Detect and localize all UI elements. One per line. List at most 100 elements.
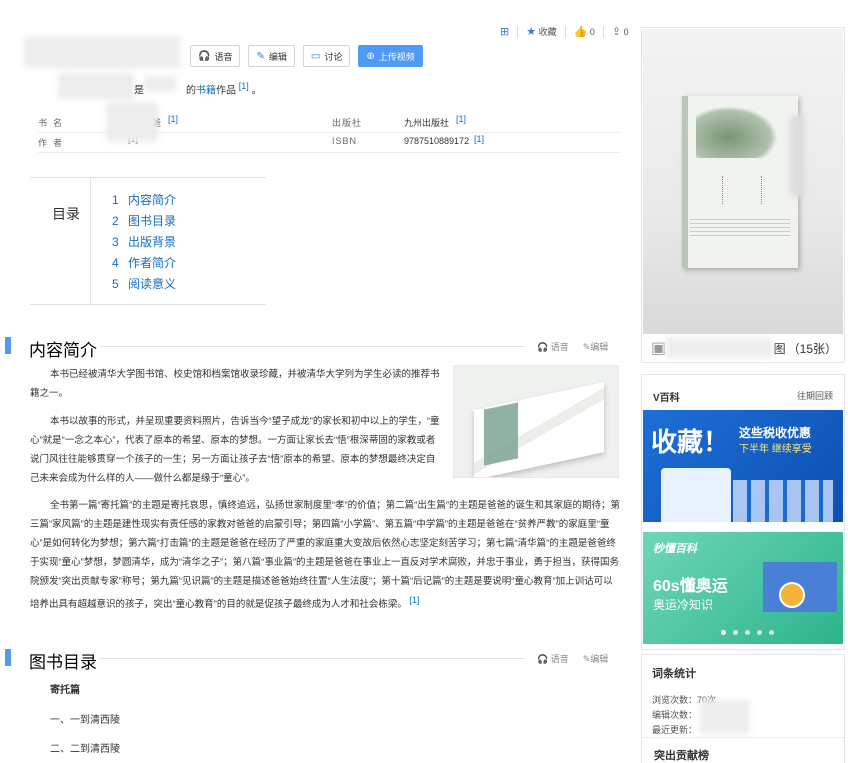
paragraph: 全书第一篇“寄托篇”的主题是寄托哀思，慎终追远，弘扬世家制度里“孝”的价值；第二… — [30, 496, 622, 614]
building-illustration — [733, 480, 833, 522]
toc-item[interactable]: 3 出版背景 — [112, 233, 176, 254]
toc-item-label: 图书目录 — [128, 214, 177, 228]
citation[interactable]: [1] — [239, 81, 249, 91]
collect-button[interactable]: ★ 收藏 — [526, 25, 556, 38]
redacted-text — [666, 338, 772, 358]
infobox-key: 书名 — [38, 118, 69, 128]
thumbs-up-icon: 👍 — [573, 26, 588, 38]
headphones-icon: 🎧 — [198, 50, 211, 62]
album-label: 图 （15张） — [666, 338, 837, 358]
infobox-value: 九州出版社 — [404, 118, 450, 128]
upload-video-label: 上传视频 — [378, 51, 415, 62]
edit-label: 编辑 — [590, 342, 609, 352]
stats-label: 最近更新： — [652, 725, 698, 735]
citation[interactable]: [1] — [409, 595, 419, 605]
entry-title — [24, 36, 180, 68]
toc-divider — [90, 178, 91, 304]
carousel-dot[interactable] — [769, 630, 774, 635]
landscape-art — [696, 106, 778, 158]
edit-label: 编辑 — [268, 51, 287, 62]
discuss-label: 讨论 — [324, 51, 343, 62]
share-button[interactable]: ⇪ 0 — [612, 25, 629, 38]
section-divider — [100, 658, 525, 659]
book-cover-edge — [484, 402, 518, 466]
citation[interactable]: [1] — [474, 134, 484, 144]
toc-item[interactable]: 5 阅读意义 — [112, 275, 176, 296]
like-count: 0 — [589, 27, 595, 37]
toc-item-number: 5 — [112, 277, 119, 291]
carousel-dot[interactable] — [733, 630, 738, 635]
star-icon: ★ — [526, 26, 537, 38]
intro-text: 是 — [134, 85, 144, 97]
banner-headline: 收藏！ — [651, 427, 730, 457]
divider — [517, 25, 519, 38]
carousel-dot[interactable] — [745, 630, 750, 635]
voice-label: 语音 — [550, 654, 569, 664]
section-title: 图书目录 — [29, 653, 97, 672]
toc-item[interactable]: 1 内容简介 — [112, 191, 176, 212]
section-edit-button[interactable]: ✎编辑 — [583, 340, 609, 353]
edit-button[interactable]: ✎ 编辑 — [248, 45, 295, 67]
like-button[interactable]: 👍 0 — [574, 25, 595, 38]
voice-button[interactable]: 🎧 语音 — [190, 45, 241, 67]
contributors-title: 突出贡献榜 — [654, 750, 709, 762]
intro-summary: 是 的书籍作品 [1] 。 — [134, 81, 262, 96]
share-icon: ⇪ — [611, 26, 622, 38]
stats-label: 浏览次数： — [652, 695, 698, 705]
album-bar[interactable]: ▣ 图 （15张） — [643, 334, 843, 362]
open-book-image[interactable] — [453, 365, 619, 478]
upload-video-button[interactable]: ⊕ 上传视频 — [358, 45, 423, 67]
intro-text: 作品 — [216, 85, 236, 97]
cover-text-lines — [690, 219, 790, 239]
infobox-key: 出版社 — [332, 118, 363, 128]
banner-text: 下半年 继续享受 — [739, 444, 812, 455]
redacted-text — [58, 73, 134, 99]
carousel-dot[interactable] — [721, 630, 726, 635]
infobox-key: 作者 — [38, 138, 69, 148]
banner-text: 奥运冷知识 — [653, 598, 714, 612]
section-voice-button[interactable]: 🎧 语音 — [537, 652, 569, 665]
banner-brand: 秒懂百科 — [653, 543, 697, 555]
toc-item-number: 3 — [112, 235, 119, 249]
carousel-dots[interactable] — [721, 630, 774, 635]
plus-circle-icon: ⊕ — [366, 50, 375, 62]
vbaike-past-link[interactable]: 往期回顾 — [797, 389, 833, 404]
divider — [564, 25, 566, 38]
intro-link[interactable]: 书籍 — [196, 85, 216, 96]
promo-banner-olympics[interactable]: 秒懂百科 60s懂奥运 奥运冷知识 — [643, 532, 843, 644]
section-edit-button[interactable]: ✎编辑 — [583, 652, 609, 665]
carousel-dot[interactable] — [757, 630, 762, 635]
edit-toolbar: 🎧 语音 ✎ 编辑 ▭ 讨论 ⊕ 上传视频 — [190, 45, 423, 67]
album-suffix: 图 — [773, 341, 786, 356]
add-icon[interactable]: ⊞ — [500, 25, 509, 38]
section-divider — [100, 346, 525, 347]
collect-label: 收藏 — [538, 27, 557, 37]
discuss-button[interactable]: ▭ 讨论 — [302, 45, 351, 67]
calculator-illustration — [661, 468, 731, 522]
promo-banner-tax[interactable]: 收藏！ 这些税收优惠 下半年 继续享受 — [643, 410, 843, 522]
banner-headline: 60s懂奥运 — [653, 578, 728, 595]
redacted-text — [106, 102, 158, 142]
section-tools: 🎧 语音 ✎编辑 — [537, 652, 608, 665]
redacted-text — [700, 700, 750, 734]
toc-item-label: 内容简介 — [128, 193, 177, 207]
headphones-icon: 🎧 — [537, 342, 549, 352]
divider — [642, 737, 844, 738]
citation[interactable]: [1] — [456, 114, 466, 124]
intro-text: 。 — [251, 85, 262, 97]
section-voice-button[interactable]: 🎧 语音 — [537, 340, 569, 353]
toc-item-label: 阅读意义 — [128, 277, 177, 291]
headphones-icon: 🎧 — [537, 654, 549, 664]
toc-item-label: 作者简介 — [128, 256, 177, 270]
voice-label: 语音 — [214, 51, 233, 62]
toc-item[interactable]: 2 图书目录 — [112, 212, 176, 233]
section-marker — [5, 337, 11, 354]
toc-item[interactable]: 4 作者简介 — [112, 254, 176, 275]
toc-item-number: 1 — [112, 193, 119, 207]
stats-label: 编辑次数： — [652, 710, 698, 720]
toc-title: 目录 — [52, 206, 80, 222]
citation[interactable]: [1] — [168, 114, 178, 124]
pencil-icon: ✎ — [256, 50, 265, 62]
entry-actions: ⊞ ★ 收藏 👍 0 ⇪ 0 — [500, 25, 629, 38]
voice-label: 语音 — [550, 342, 569, 352]
